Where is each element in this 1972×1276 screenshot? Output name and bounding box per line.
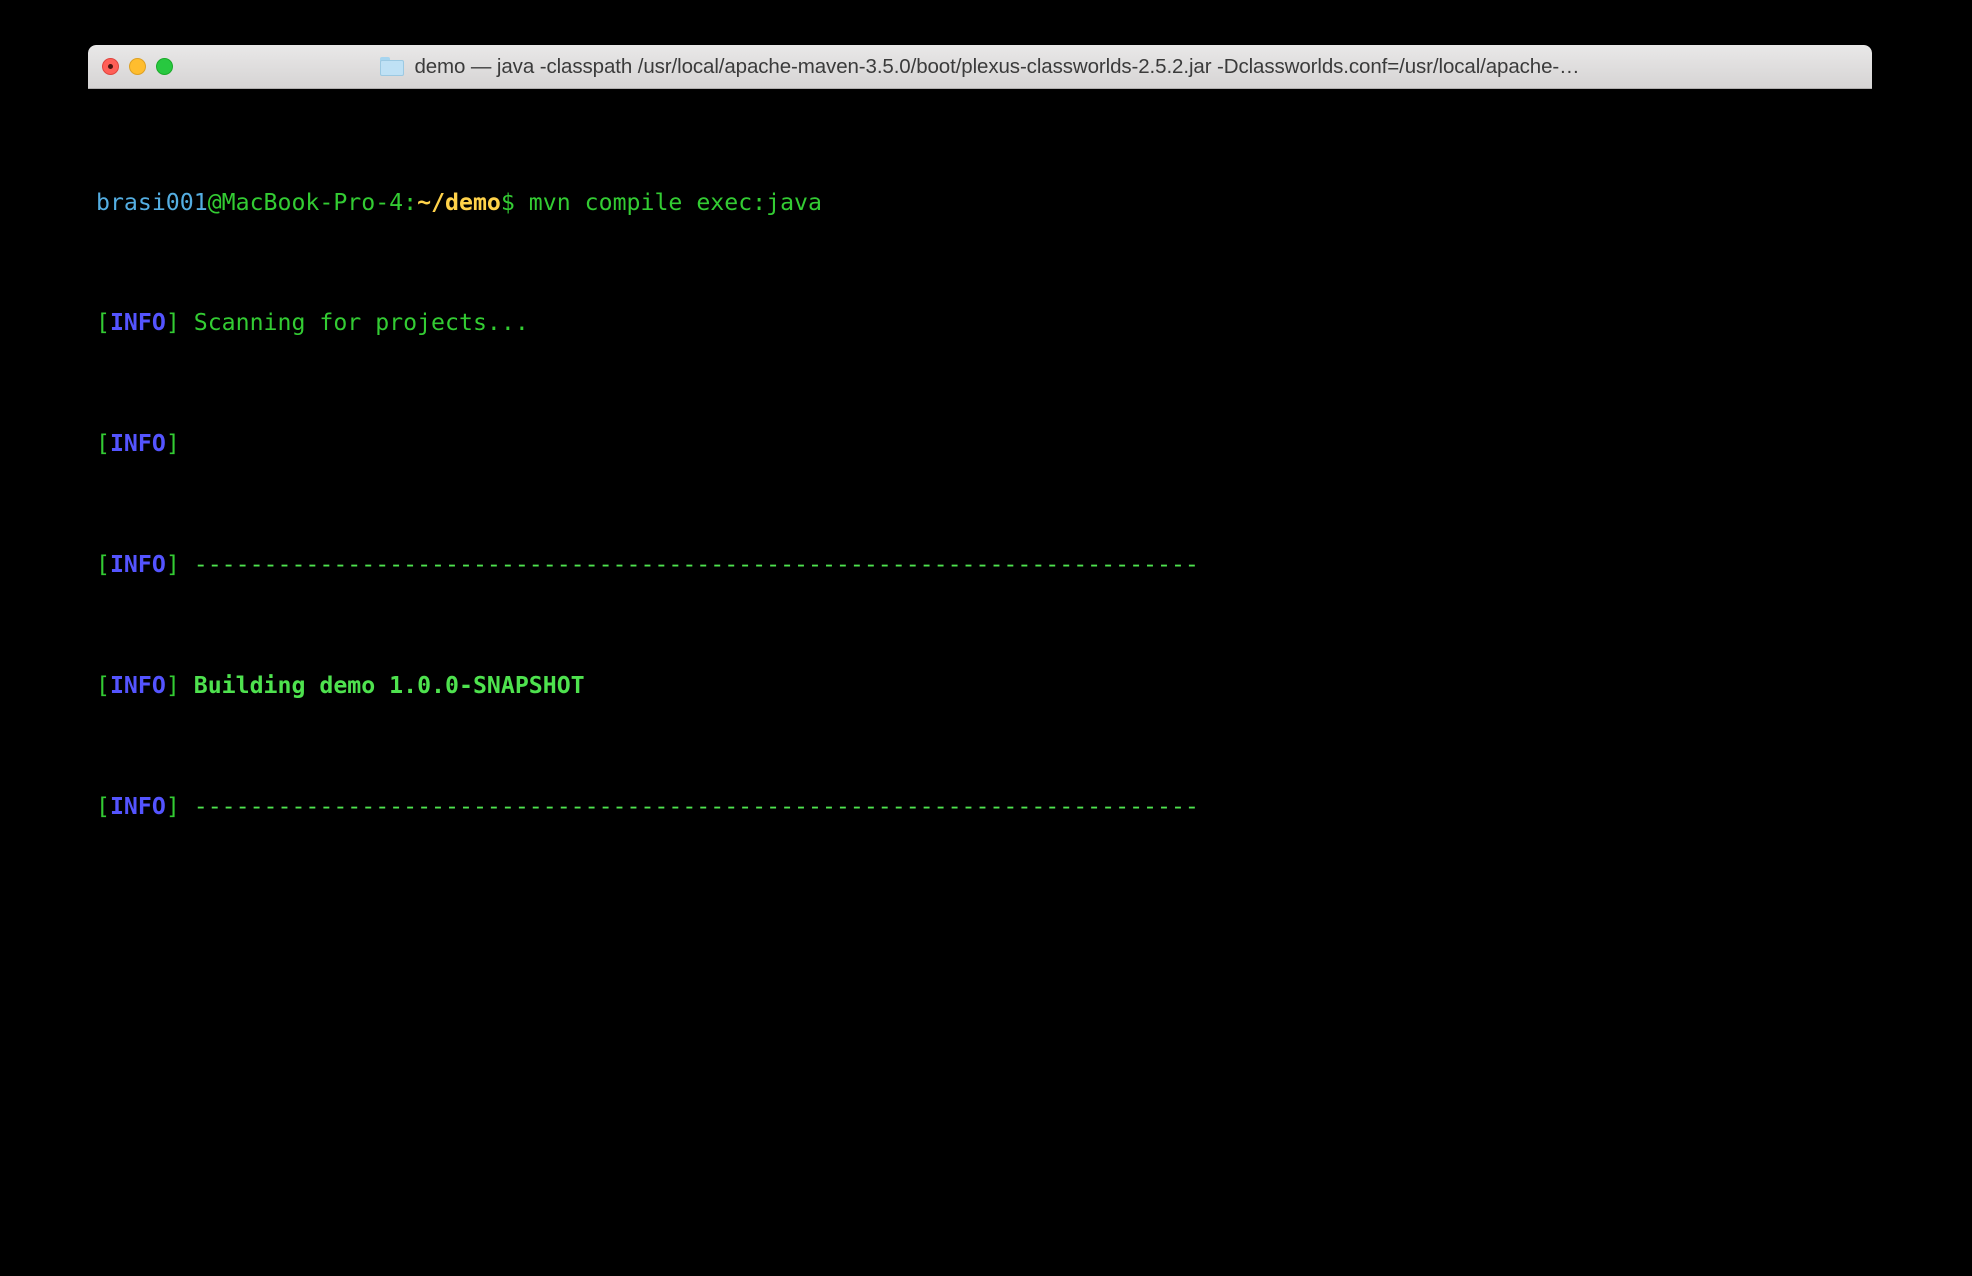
log-line: [INFO] xyxy=(96,429,1872,459)
terminal-window: demo — java -classpath /usr/local/apache… xyxy=(88,45,1872,890)
window-titlebar[interactable]: demo — java -classpath /usr/local/apache… xyxy=(88,45,1872,89)
terminal-output-area[interactable]: brasi001@MacBook-Pro-4:~/demo$ mvn compi… xyxy=(88,89,1872,890)
log-tag-info: [INFO] xyxy=(96,430,180,458)
prompt-colon: : xyxy=(403,188,418,216)
prompt-user: brasi001 xyxy=(96,188,208,216)
terminal-text: brasi001@MacBook-Pro-4:~/demo$ mvn compi… xyxy=(88,97,1872,890)
prompt-sigil: $ xyxy=(500,188,515,216)
window-title: demo — java -classpath /usr/local/apache… xyxy=(414,54,1580,78)
log-tag-info: [INFO] xyxy=(96,792,180,820)
log-tag-info: [INFO] xyxy=(96,671,180,699)
log-tag-info: [INFO] xyxy=(96,551,180,579)
prompt-path: ~/demo xyxy=(417,188,501,216)
log-separator: ----------------------------------------… xyxy=(179,551,1199,579)
prompt-command: mvn compile exec:java xyxy=(514,188,822,216)
log-separator: ----------------------------------------… xyxy=(179,792,1199,820)
log-line: [INFO] Building demo 1.0.0-SNAPSHOT xyxy=(96,671,1872,701)
folder-icon xyxy=(380,57,405,76)
prompt-line: brasi001@MacBook-Pro-4:~/demo$ mvn compi… xyxy=(96,188,1872,218)
maximize-button[interactable] xyxy=(156,58,173,75)
log-line: [INFO] ---------------------------------… xyxy=(96,792,1872,822)
log-tag-info: [INFO] xyxy=(96,309,180,337)
window-controls xyxy=(102,58,173,75)
prompt-host: @MacBook-Pro-4 xyxy=(207,188,404,216)
minimize-button[interactable] xyxy=(129,58,146,75)
log-text: Scanning for projects... xyxy=(179,309,529,337)
log-text-building: Building demo 1.0.0-SNAPSHOT xyxy=(179,671,585,699)
log-line: [INFO] ---------------------------------… xyxy=(96,550,1872,580)
titlebar-title-group: demo — java -classpath /usr/local/apache… xyxy=(88,45,1872,88)
log-line: [INFO] Scanning for projects... xyxy=(96,308,1872,338)
close-button[interactable] xyxy=(102,58,119,75)
